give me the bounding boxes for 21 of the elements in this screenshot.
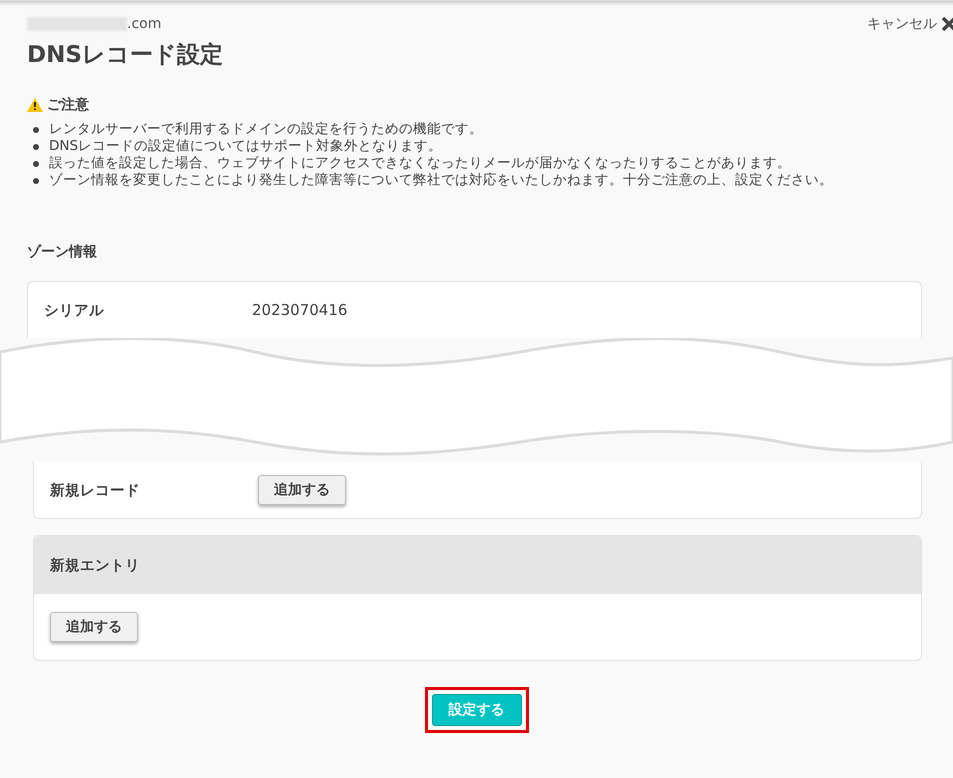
field-label: 新規レコード (50, 482, 141, 500)
field-value: 2023070416 (252, 301, 348, 319)
notice-item: レンタルサーバーで利用するドメインの設定を行うための機能です。 (49, 121, 483, 138)
cancel-button[interactable]: キャンセル (867, 15, 953, 33)
field-label: シリアル (44, 302, 105, 320)
add-button[interactable]: 追加する (258, 475, 346, 505)
notice-item: DNSレコードの設定値についてはサポート対象外となります。 (49, 138, 442, 155)
notice-heading: ご注意 (47, 96, 89, 114)
warning-icon (27, 98, 43, 112)
notice-item: ゾーン情報を変更したことにより発生した障害等について弊社では対応をいたしかねます。十分ご注意の上、設定ください。 (49, 172, 833, 189)
bullet-icon (33, 161, 39, 167)
page-title: DNSレコード設定 (27, 41, 224, 70)
bullet-icon (33, 178, 39, 184)
add-button[interactable]: 追加する (50, 612, 138, 642)
close-icon (941, 16, 953, 32)
bullet-icon (33, 144, 39, 150)
section-heading: ゾーン情報 (27, 243, 98, 261)
notice-item: 誤った値を設定した場合、ウェブサイトにアクセスできなくなったりメールが届かなくなったりすることがあります。 (49, 155, 791, 172)
domain-text: .com (127, 16, 162, 32)
entry-heading: 新規エントリ (50, 556, 141, 574)
bullet-icon (33, 127, 39, 133)
